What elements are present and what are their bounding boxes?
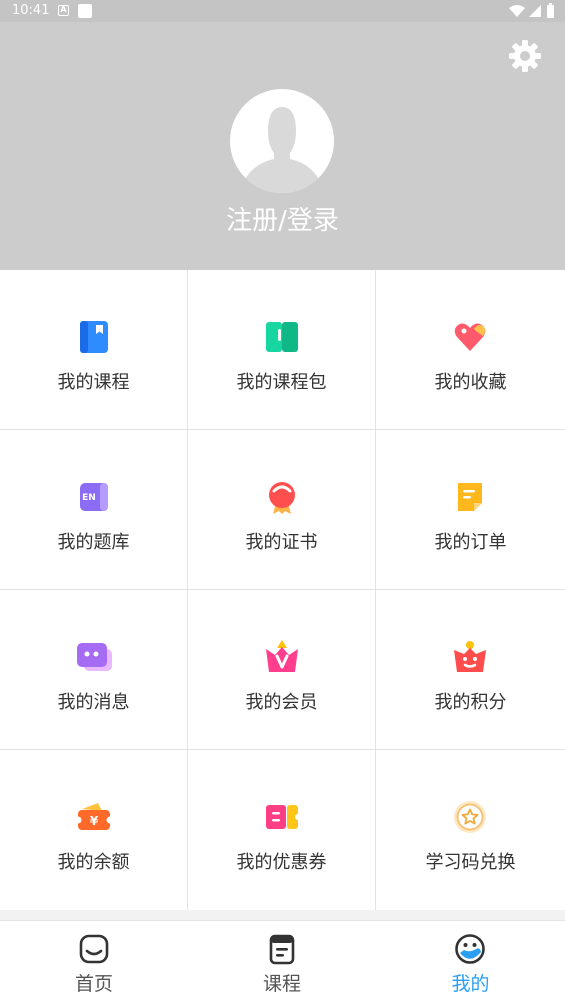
redeem-star-icon <box>454 801 486 833</box>
menu-item-label: 我的余额 <box>57 852 130 873</box>
menu-item-label: 我的证书 <box>245 532 318 553</box>
tab-label: 课程 <box>262 973 301 995</box>
tab-label: 首页 <box>74 973 113 995</box>
menu-item-label: 我的收藏 <box>434 372 507 393</box>
profile-header: 注册/登录 <box>0 22 565 270</box>
profile-face-icon <box>455 934 485 964</box>
menu-item-my-certificates[interactable]: 我的证书 <box>188 430 376 590</box>
menu-item-my-messages[interactable]: 我的消息 <box>0 590 188 750</box>
tab-mine[interactable]: 我的 <box>376 921 565 1005</box>
notification-square-icon <box>78 4 92 18</box>
menu-item-my-courses[interactable]: 我的课程 <box>0 270 188 430</box>
signal-battery-icons <box>509 3 554 18</box>
menu-item-label: 我的题库 <box>57 532 130 553</box>
points-gift-icon <box>454 641 486 672</box>
tab-home[interactable]: 首页 <box>0 921 188 1005</box>
menu-item-my-question-bank[interactable]: EN 我的题库 <box>0 430 188 590</box>
menu-grid: 我的课程 我的课程包 我的收藏 EN 我的题库 我的证书 我的订单 我的消息 我… <box>0 270 565 910</box>
menu-item-label: 我的优惠券 <box>236 852 327 873</box>
status-time: 10:41 <box>12 3 50 18</box>
course-book-icon <box>80 321 108 353</box>
user-silhouette-icon <box>244 107 320 193</box>
svg-text:¥: ¥ <box>90 814 99 828</box>
menu-item-label: 我的课程 <box>57 372 130 393</box>
gear-icon[interactable] <box>507 38 543 74</box>
menu-item-label: 我的会员 <box>245 692 318 713</box>
home-icon <box>79 934 109 964</box>
bottom-tab-bar: 首页 课程 我的 <box>0 920 565 1005</box>
menu-item-my-orders[interactable]: 我的订单 <box>376 430 565 590</box>
menu-item-my-favorites[interactable]: 我的收藏 <box>376 270 565 430</box>
menu-item-my-points[interactable]: 我的积分 <box>376 590 565 750</box>
tab-label: 我的 <box>451 973 490 995</box>
certificate-medal-icon <box>269 482 295 514</box>
vip-crown-icon <box>266 640 298 672</box>
menu-item-label: 我的课程包 <box>236 372 327 393</box>
menu-item-redeem-study-code[interactable]: 学习码兑换 <box>376 750 565 910</box>
message-bubble-icon <box>77 643 112 671</box>
coupon-ticket-icon <box>266 805 300 829</box>
balance-wallet-icon: ¥ <box>76 803 112 830</box>
avatar[interactable] <box>230 89 334 193</box>
menu-item-label: 我的订单 <box>434 532 507 553</box>
menu-item-label: 学习码兑换 <box>425 852 516 873</box>
menu-item-my-coupons[interactable]: 我的优惠券 <box>188 750 376 910</box>
menu-item-my-balance[interactable]: ¥ 我的余额 <box>0 750 188 910</box>
question-bank-icon: EN <box>80 483 108 511</box>
menu-item-my-membership[interactable]: 我的会员 <box>188 590 376 750</box>
status-bar: 10:41 A <box>0 0 565 22</box>
heart-tag-icon <box>454 323 486 351</box>
course-list-icon <box>269 934 295 965</box>
notification-a-icon: A <box>58 5 69 16</box>
course-package-icon <box>266 322 298 352</box>
tab-courses[interactable]: 课程 <box>188 921 376 1005</box>
menu-item-label: 我的积分 <box>434 692 507 713</box>
menu-item-my-course-packages[interactable]: 我的课程包 <box>188 270 376 430</box>
order-note-icon <box>458 483 482 511</box>
login-register-link[interactable]: 注册/登录 <box>0 200 565 237</box>
menu-item-label: 我的消息 <box>57 692 130 713</box>
svg-text:EN: EN <box>82 493 96 503</box>
